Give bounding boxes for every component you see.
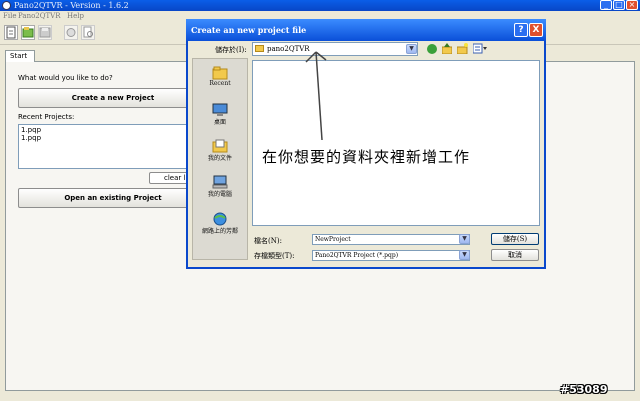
create-project-button[interactable]: Create a new Project	[18, 88, 208, 108]
preview-icon[interactable]	[64, 25, 78, 40]
minimize-icon[interactable]: _	[600, 0, 612, 10]
cancel-button[interactable]: 取消	[491, 249, 539, 261]
app-title: Pano2QTVR - Version - 1.6.2	[14, 1, 129, 10]
menu-pano2qtvr[interactable]: Pano2QTVR	[18, 11, 60, 22]
lookin-label: 儲存於(I):	[215, 46, 247, 54]
file-list[interactable]	[252, 60, 540, 226]
close-icon[interactable]: ×	[626, 0, 638, 10]
place-network[interactable]: 網路上的芳鄰	[192, 212, 248, 235]
place-desktop[interactable]: 桌面	[192, 103, 248, 126]
place-label: 桌面	[213, 119, 226, 126]
dialog-titlebar: Create an new project file	[186, 19, 546, 41]
app-icon	[2, 1, 11, 10]
my-computer-icon	[212, 175, 228, 189]
place-label: 我的電腦	[207, 191, 232, 198]
desktop-icon	[212, 103, 228, 117]
recent-projects-label: Recent Projects:	[18, 113, 75, 121]
annotation-arrow	[305, 51, 327, 141]
tab-start[interactable]: Start	[5, 50, 35, 62]
place-label: 網路上的芳鄰	[201, 228, 238, 235]
filename-field[interactable]: NewProject	[312, 234, 470, 245]
view-menu-icon[interactable]	[472, 43, 487, 54]
menu-file[interactable]: File	[3, 11, 16, 22]
dialog-close-icon[interactable]: X	[529, 23, 543, 37]
recent-folder-icon	[212, 66, 228, 80]
network-icon	[212, 212, 228, 226]
save-icon[interactable]	[38, 25, 52, 40]
save-button[interactable]: 儲存(S)	[491, 233, 539, 245]
my-documents-icon	[212, 139, 228, 153]
menu-help[interactable]: Help	[67, 11, 84, 22]
place-my-documents[interactable]: 我的文件	[192, 139, 248, 162]
chevron-down-icon[interactable]: ▼	[406, 44, 417, 54]
open-icon[interactable]	[21, 25, 35, 40]
view-icon[interactable]	[81, 25, 95, 40]
maximize-icon[interactable]: □	[613, 0, 625, 10]
place-label: Recent	[209, 80, 231, 87]
place-label: 我的文件	[207, 155, 232, 162]
place-my-computer[interactable]: 我的電腦	[192, 175, 248, 198]
filetype-select[interactable]: Pano2QTVR Project (*.pqp)	[312, 250, 470, 261]
main-titlebar: Pano2QTVR - Version - 1.6.2	[0, 0, 640, 11]
place-recent[interactable]: Recent	[192, 66, 248, 87]
filename-dropdown-icon[interactable]: ▼	[459, 234, 470, 244]
watermark: #53089	[560, 383, 608, 396]
annotation-text: 在你想要的資料夾裡新增工作	[262, 148, 471, 166]
folder-icon	[255, 45, 264, 52]
dialog-title: Create an new project file	[191, 25, 307, 35]
filename-label: 檔名(N):	[254, 237, 282, 245]
open-project-button[interactable]: Open an existing Project	[18, 188, 208, 208]
new-icon[interactable]	[4, 25, 18, 40]
filetype-dropdown-icon[interactable]: ▼	[459, 250, 470, 260]
help-icon[interactable]: ?	[514, 23, 528, 37]
new-folder-icon[interactable]	[456, 43, 468, 55]
start-prompt: What would you like to do?	[18, 74, 113, 82]
up-folder-icon[interactable]	[441, 43, 453, 55]
filetype-label: 存檔類型(T):	[254, 252, 295, 260]
back-icon[interactable]	[427, 44, 437, 54]
